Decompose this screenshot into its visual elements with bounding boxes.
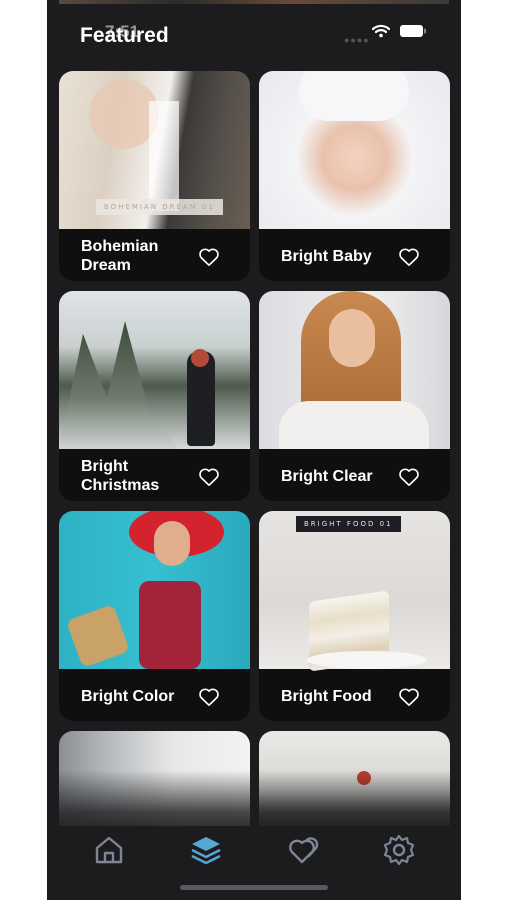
heart-icon[interactable]	[398, 467, 420, 487]
preset-image	[259, 291, 450, 449]
favorites-icon[interactable]	[285, 832, 321, 868]
image-tag: BOHEMIAN DREAM 01	[96, 199, 223, 215]
preset-label: Bohemian Dream	[81, 238, 159, 274]
preset-card-bright-baby[interactable]: Bright Baby	[259, 71, 450, 281]
preset-image: BRIGHT FOOD 01	[259, 511, 450, 672]
preset-card-bright-color[interactable]: Bright Color	[59, 511, 250, 721]
preset-image	[259, 71, 450, 229]
preset-label: Bright Color	[81, 688, 175, 705]
heart-icon[interactable]	[398, 687, 420, 707]
preset-image	[59, 291, 250, 449]
home-indicator[interactable]	[180, 885, 328, 890]
preset-image: BOHEMIAN DREAM 01	[59, 71, 250, 229]
preset-card-bright-clear[interactable]: Bright Clear	[259, 291, 450, 501]
signal-icon: ●●●●	[344, 35, 370, 45]
settings-icon[interactable]	[381, 832, 417, 868]
previous-row-edge	[59, 0, 449, 4]
heart-icon[interactable]	[198, 467, 220, 487]
image-tag: BRIGHT FOOD 01	[296, 516, 401, 532]
preset-label: Bright Baby	[281, 248, 372, 265]
wifi-icon	[372, 24, 390, 38]
heart-icon[interactable]	[198, 687, 220, 707]
battery-icon	[400, 25, 426, 37]
preset-card-bright-food[interactable]: BRIGHT FOOD 01 Bright Food	[259, 511, 450, 721]
preset-card-bohemian-dream[interactable]: BOHEMIAN DREAM 01 Bohemian Dream	[59, 71, 250, 281]
preset-label: Bright Christmas	[81, 458, 160, 494]
page-title: Featured	[80, 24, 169, 47]
preset-label: Bright Food	[281, 688, 372, 705]
heart-icon[interactable]	[198, 247, 220, 267]
preset-image	[59, 511, 250, 669]
home-icon[interactable]	[91, 832, 127, 868]
preset-label: Bright Clear	[281, 468, 373, 485]
heart-icon[interactable]	[398, 247, 420, 267]
app-screen: 7:51 ●●●● Featured BOHEMIAN DREAM 01 Boh…	[47, 0, 461, 900]
layers-icon[interactable]	[188, 832, 224, 868]
preset-card-bright-christmas[interactable]: Bright Christmas	[59, 291, 250, 501]
